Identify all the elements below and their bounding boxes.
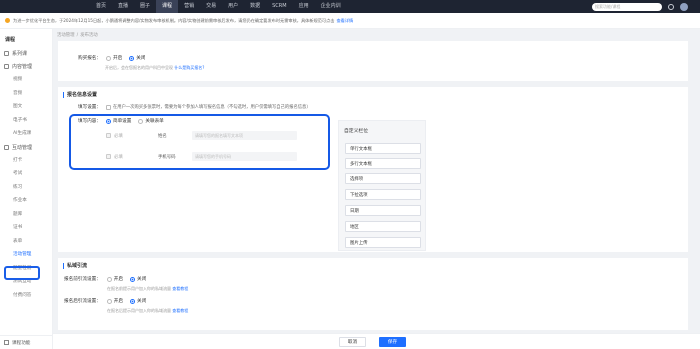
notice-text: 为进一步优化平台生态，于2024年12月15日起，小鹅通将调整内容/实物发布审核… [13, 17, 335, 23]
sidebar-item-video[interactable]: 视频 [0, 73, 52, 87]
registration-info-title: 报名信息设置 [63, 92, 97, 98]
breadcrumb-activity[interactable]: 活动管理 [57, 32, 75, 38]
breadcrumb-separator: / [76, 32, 79, 38]
purchase-registration-row: 购买报名： 开启 关闭 [78, 55, 152, 61]
purchase-help-link[interactable]: 什么是购买报名? [174, 65, 204, 70]
sidebar-title: 课程 [5, 37, 16, 43]
features-icon [4, 340, 9, 345]
nav-scrm[interactable]: SCRM [266, 0, 292, 13]
sidebar-item-homework[interactable]: 作业本 [0, 194, 52, 208]
pre-register-on-option[interactable]: 开启 [106, 276, 123, 282]
notice-bar: 为进一步优化平台生态，于2024年12月15日起，小鹅通将调整内容/实物发布审核… [0, 13, 700, 29]
post-register-tutorial-link[interactable]: 查看教程 [172, 308, 188, 313]
footer-actions: 取消 保存 [53, 333, 700, 349]
content-icon [4, 64, 9, 69]
sidebar-group-interaction[interactable]: 互动管理 [0, 141, 52, 154]
sidebar-item-paid-qa[interactable]: 付费问答 [0, 289, 52, 303]
sidebar-group-content[interactable]: 内容管理 [0, 60, 52, 73]
breadcrumb-publish: 发布活动 [80, 33, 98, 38]
pre-register-tutorial-link[interactable]: 查看教程 [172, 286, 188, 291]
sidebar-item-practice[interactable]: 练习 [0, 181, 52, 195]
warning-icon [5, 18, 10, 23]
radio-checked-icon [129, 276, 135, 282]
sidebar-item-form[interactable]: 表单 [0, 235, 52, 249]
sidebar-item-ai-course[interactable]: AI生成课 [0, 127, 52, 141]
main-nav: 首页 直播 圈子 课程 营销 交易 用户 数据 SCRM 应用 企业内训 [90, 0, 347, 13]
write-setting-text: 在用户一次购买多张票时，需要为每个参加人填写报名信息（不勾选时，用户仅需填写自己… [112, 105, 311, 110]
nav-circle[interactable]: 圈子 [134, 0, 156, 13]
sidebar-item-activity[interactable]: 活动管理 [0, 248, 52, 262]
add-region-button[interactable]: 地区 [345, 221, 421, 232]
radio-icon [106, 298, 112, 304]
write-setting-row: 填写设置： 在用户一次购买多张票时，需要为每个参加人填写报名信息（不勾选时，用户… [78, 104, 311, 110]
write-setting-label: 填写设置： [78, 105, 101, 110]
radio-checked-icon [129, 55, 135, 61]
private-traffic-card: 私域引流 报名前引流设置： 开启 关闭 在报名前提示用户加入你的私域流量 查看教… [58, 258, 688, 330]
interaction-icon [4, 144, 9, 150]
sidebar: 课程 系列课 内容管理 视频 音频 图文 电子书 AI生成课 互动管理 打卡 考… [0, 29, 53, 349]
highlight-activity-box [4, 266, 40, 280]
nav-home[interactable]: 首页 [90, 0, 112, 13]
sidebar-item-audio[interactable]: 音频 [0, 87, 52, 101]
nav-trade[interactable]: 交易 [200, 0, 222, 13]
sidebar-item-question-bank[interactable]: 题库 [0, 208, 52, 222]
post-register-on-option[interactable]: 开启 [106, 298, 123, 304]
notice-link[interactable]: 查看详情 [336, 18, 353, 24]
post-register-hint: 在报名后提示用户加入你的私域流量 查看教程 [107, 308, 189, 313]
custom-fields-panel: 自定义栏位 单行文本框 多行文本框 选择项 下拉选项 日期 地区 图片上传 [338, 120, 426, 251]
purchase-off-option[interactable]: 关闭 [129, 55, 145, 61]
pre-register-label: 报名前引流设置： [64, 277, 101, 282]
post-register-label: 报名后引流设置： [64, 299, 101, 304]
nav-course[interactable]: 课程 [156, 0, 179, 13]
nav-live[interactable]: 直播 [112, 0, 134, 13]
radio-checked-icon [129, 298, 135, 304]
avatar[interactable] [680, 2, 688, 11]
add-single-line-button[interactable]: 单行文本框 [345, 143, 421, 154]
nav-user[interactable]: 用户 [222, 0, 244, 13]
post-register-row: 报名后引流设置： 开启 关闭 [64, 298, 153, 304]
purchase-hint: 开启后，会在您报名的用户科目中呈现 什么是购买报名? [105, 65, 205, 70]
radio-icon [106, 276, 112, 282]
highlight-fields-box [69, 114, 330, 170]
add-choice-button[interactable]: 选择项 [345, 173, 421, 184]
bell-icon[interactable] [668, 3, 674, 10]
private-traffic-title: 私域引流 [63, 263, 87, 269]
custom-fields-title: 自定义栏位 [344, 129, 368, 134]
pre-register-row: 报名前引流设置： 开启 关闭 [64, 276, 153, 282]
breadcrumb: 活动管理 / 发布活动 [55, 29, 98, 41]
radio-icon [105, 55, 111, 61]
sidebar-group-series[interactable]: 系列课 [0, 47, 52, 60]
search-placeholder: 搜索功能/课程 [595, 3, 621, 9]
pre-register-hint: 在报名前提示用户加入你的私域流量 查看教程 [107, 286, 189, 291]
write-setting-checkbox[interactable] [105, 104, 111, 110]
sidebar-item-article[interactable]: 图文 [0, 100, 52, 114]
sidebar-item-certificate[interactable]: 证书 [0, 221, 52, 235]
nav-enterprise[interactable]: 企业内训 [315, 0, 347, 13]
pre-register-off-option[interactable]: 关闭 [129, 276, 146, 282]
nav-apps[interactable]: 应用 [293, 0, 315, 13]
purchase-registration-card: 购买报名： 开启 关闭 开启后，会在您报名的用户科目中呈现 什么是购买报名? [58, 41, 688, 81]
cancel-button[interactable]: 取消 [339, 337, 366, 347]
purchase-on-option[interactable]: 开启 [105, 55, 122, 61]
purchase-registration-label: 购买报名： [78, 56, 101, 61]
add-dropdown-button[interactable]: 下拉选项 [345, 189, 421, 200]
series-icon [4, 51, 9, 56]
nav-data[interactable]: 数据 [244, 0, 266, 13]
top-navbar: 首页 直播 圈子 课程 营销 交易 用户 数据 SCRM 应用 企业内训 搜索功… [0, 0, 700, 13]
sidebar-item-ebook[interactable]: 电子书 [0, 114, 52, 128]
sidebar-item-exam[interactable]: 考试 [0, 167, 52, 181]
save-button[interactable]: 保存 [379, 337, 406, 347]
add-date-button[interactable]: 日期 [345, 205, 421, 216]
add-multi-line-button[interactable]: 多行文本框 [345, 158, 421, 169]
global-search-input[interactable]: 搜索功能/课程 [592, 2, 662, 11]
sidebar-bottom-features[interactable]: 课程功能 [0, 335, 53, 349]
logo[interactable] [0, 0, 90, 13]
post-register-off-option[interactable]: 关闭 [129, 298, 146, 304]
sidebar-item-checkin[interactable]: 打卡 [0, 154, 52, 168]
add-image-upload-button[interactable]: 图片上传 [345, 237, 421, 248]
nav-marketing[interactable]: 营销 [178, 0, 200, 13]
top-right-tools: 搜索功能/课程 [592, 0, 700, 13]
